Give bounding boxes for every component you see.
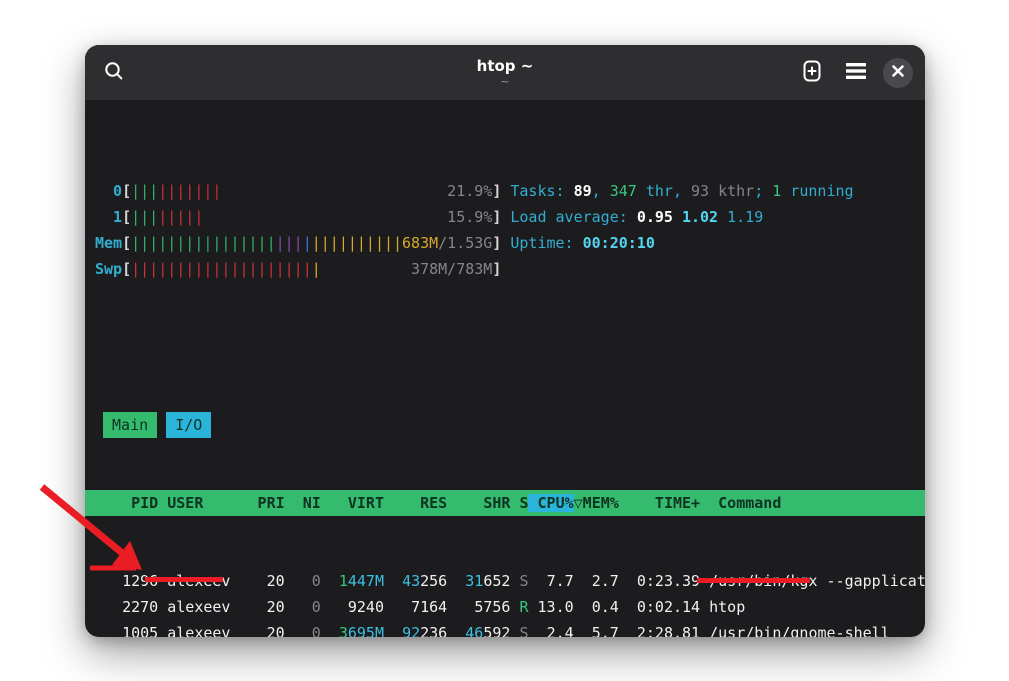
tab-io[interactable]: I/O — [166, 412, 211, 438]
meter-cpu1: 1[||||||||15.9%]Load average: 0.95 1.02 … — [95, 204, 915, 230]
process-table: 1296 alexeev 20 0 1447M 43256 31652 S 7.… — [95, 568, 915, 637]
window-title: htop ~ — [477, 58, 534, 75]
process-row-pid-1005[interactable]: 1005 alexeev 20 0 3695M 92236 46592 S 2.… — [95, 620, 915, 637]
meters-panel: 0[||||||||||21.9%]Tasks: 89, 347 thr, 93… — [95, 178, 915, 282]
load-average: Load average: 0.95 1.02 1.19 — [510, 208, 763, 226]
screen-tabs: Main I/O — [95, 412, 915, 438]
process-table-header[interactable]: PID USER PRI NI VIRT RES SHR S CPU%▽MEM%… — [85, 490, 925, 516]
tab-main[interactable]: Main — [103, 412, 157, 438]
terminal-content: 0[||||||||||21.9%]Tasks: 89, 347 thr, 93… — [85, 100, 925, 637]
uptime: Uptime: 00:20:10 — [510, 234, 655, 252]
search-icon — [103, 60, 125, 86]
search-button[interactable] — [97, 56, 131, 90]
close-button[interactable] — [883, 58, 913, 88]
tasks-summary: Tasks: 89, 347 thr, 93 kthr; 1 running — [510, 182, 853, 200]
window-subtitle: ~ — [500, 76, 509, 88]
new-tab-icon — [800, 59, 824, 87]
hamburger-menu-icon — [845, 62, 867, 84]
close-icon — [891, 63, 905, 82]
meter-swp: Swp[|||||||||||||||||||||378M/783M] — [95, 256, 915, 282]
process-row-pid-1296[interactable]: 1296 alexeev 20 0 1447M 43256 31652 S 7.… — [95, 568, 915, 594]
headerbar: htop ~ ~ — [85, 45, 925, 100]
terminal-window: htop ~ ~ — [85, 45, 925, 637]
new-tab-button[interactable] — [795, 56, 829, 90]
meter-mem: Mem[||||||||||||||||||||||||||||||683M/1… — [95, 230, 915, 256]
meter-cpu0: 0[||||||||||21.9%]Tasks: 89, 347 thr, 93… — [95, 178, 915, 204]
spacer-line — [95, 334, 915, 360]
process-row-pid-2270[interactable]: 2270 alexeev 20 0 9240 7164 5756 R 13.0 … — [95, 594, 915, 620]
menu-button[interactable] — [839, 56, 873, 90]
